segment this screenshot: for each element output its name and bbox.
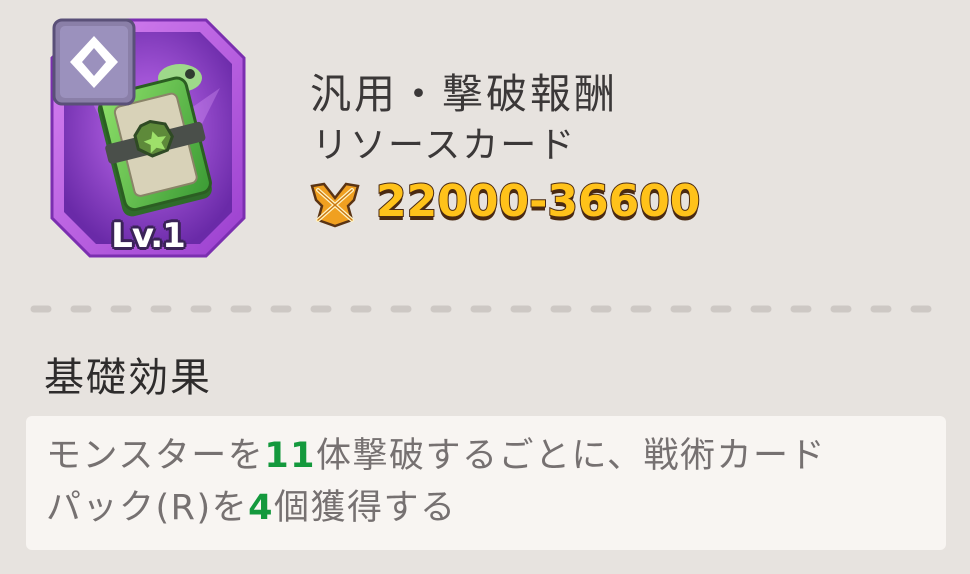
basic-effect-description: モンスターを11体撃破するごとに、戦術カード パック(R)を4個獲得する: [46, 430, 926, 534]
card-type: リソースカード: [312, 125, 577, 166]
effect-text-part: パック(R)を: [46, 488, 249, 528]
effect-text-part: 体撃破するごとに、戦術カード: [316, 436, 826, 476]
dashed-divider: [30, 305, 938, 313]
basic-effect-title: 基礎効果: [44, 355, 212, 401]
card-level: Lv.1: [111, 216, 186, 256]
crossed-swords-icon: [310, 182, 360, 228]
power-range-value: 22000-36600: [375, 175, 701, 228]
effect-text-part: 個獲得する: [274, 488, 457, 528]
pack-count-value: 4: [248, 488, 274, 528]
diamond-icon: [52, 18, 136, 106]
effect-text-part: モンスターを: [46, 436, 265, 476]
monster-count-value: 11: [264, 436, 317, 476]
card-artwork: Lv.1: [50, 18, 246, 258]
rarity-badge: [52, 18, 136, 106]
card-title: 汎用・撃破報酬: [310, 70, 618, 118]
basic-effect-box: モンスターを11体撃破するごとに、戦術カード パック(R)を4個獲得する: [26, 416, 946, 550]
